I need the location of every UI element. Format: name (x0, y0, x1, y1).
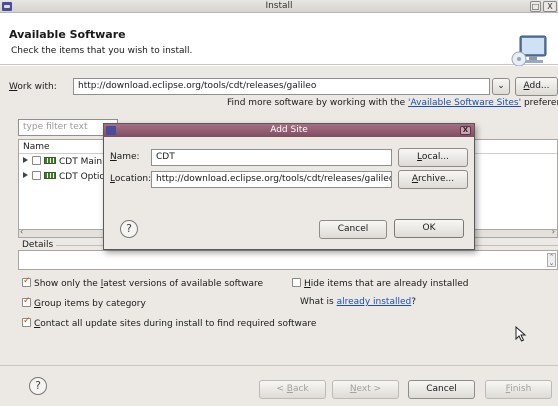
dialog-help-icon[interactable]: ? (120, 220, 138, 238)
hide-installed-checkbox[interactable] (292, 278, 301, 287)
window-title-bar: Install □ X (0, 0, 558, 13)
archive-button[interactable]: Archive... (398, 170, 468, 189)
contact-sites-checkbox[interactable] (22, 316, 31, 327)
contact-sites-option[interactable]: Contact all update sites during install … (22, 316, 316, 329)
what-installed-text: What is already installed? (300, 297, 417, 307)
add-site-dialog: Add Site X Name: CDT Local... Location: … (103, 123, 475, 250)
close-button[interactable]: X (543, 1, 557, 12)
scroll-right-icon[interactable]: › (552, 227, 555, 236)
details-label: Details (22, 240, 54, 250)
maximize-button[interactable]: □ (530, 1, 541, 12)
expand-icon[interactable] (23, 172, 28, 178)
dialog-ok-button[interactable]: OK (394, 219, 464, 238)
work-with-dropdown-button[interactable]: ⌄ (492, 78, 510, 95)
dialog-cancel-button[interactable]: Cancel (319, 220, 387, 239)
page-title: Available Software (9, 28, 126, 41)
header-banner: Available Software Check the items that … (0, 14, 558, 67)
name-input[interactable]: CDT (151, 149, 392, 166)
dialog-close-button[interactable]: X (460, 126, 471, 135)
add-site-title: Add Site (270, 125, 308, 135)
next-button[interactable]: Next > (332, 380, 399, 399)
chevron-down-icon: ⌄ (497, 81, 505, 91)
mouse-pointer-icon (515, 326, 527, 342)
scroll-left-icon[interactable]: ‹ (20, 227, 23, 236)
local-button[interactable]: Local... (398, 148, 468, 167)
tree-checkbox[interactable] (32, 171, 41, 180)
name-label: Name: (110, 152, 140, 162)
bottom-separator (0, 365, 558, 366)
finish-button[interactable]: Finish (485, 380, 552, 399)
page-description: Check the items that you wish to install… (11, 46, 193, 56)
group-by-category-option[interactable]: Group items by category (22, 296, 146, 309)
add-button[interactable]: Add... (515, 77, 558, 96)
available-sites-link[interactable]: 'Available Software Sites' (408, 98, 521, 108)
show-latest-option[interactable]: Show only the latest versions of availab… (22, 276, 263, 289)
work-with-input[interactable]: http://download.eclipse.org/tools/cdt/re… (73, 78, 490, 95)
location-label: Location: (110, 174, 152, 184)
eclipse-app-icon (106, 126, 116, 135)
expand-icon[interactable] (23, 157, 28, 163)
find-more-text: Find more software by working with the '… (227, 98, 558, 108)
hide-installed-option[interactable]: Hide items that are already installed (292, 278, 469, 289)
show-latest-checkbox[interactable] (22, 276, 31, 287)
back-button[interactable]: < Back (259, 380, 326, 399)
tree-row[interactable]: CDT Main (21, 156, 102, 167)
window-title: Install (265, 1, 293, 11)
add-site-title-bar: Add Site (104, 124, 474, 137)
cancel-button[interactable]: Cancel (408, 380, 475, 399)
category-icon (44, 172, 56, 179)
tree-row[interactable]: CDT Optio (21, 171, 105, 182)
details-scroll-icon[interactable]: ⌃ ⌄ (547, 253, 556, 267)
tree-checkbox[interactable] (32, 156, 41, 165)
already-installed-link[interactable]: already installed (337, 297, 412, 307)
tree-column-name: Name (23, 142, 50, 152)
details-text-area[interactable]: ⌃ ⌄ (18, 250, 558, 270)
group-by-category-checkbox[interactable] (22, 296, 31, 307)
location-input[interactable]: http://download.eclipse.org/tools/cdt/re… (151, 171, 392, 188)
category-icon (44, 157, 56, 164)
help-icon[interactable]: ? (29, 377, 47, 395)
work-with-label: Work with: (9, 82, 57, 92)
